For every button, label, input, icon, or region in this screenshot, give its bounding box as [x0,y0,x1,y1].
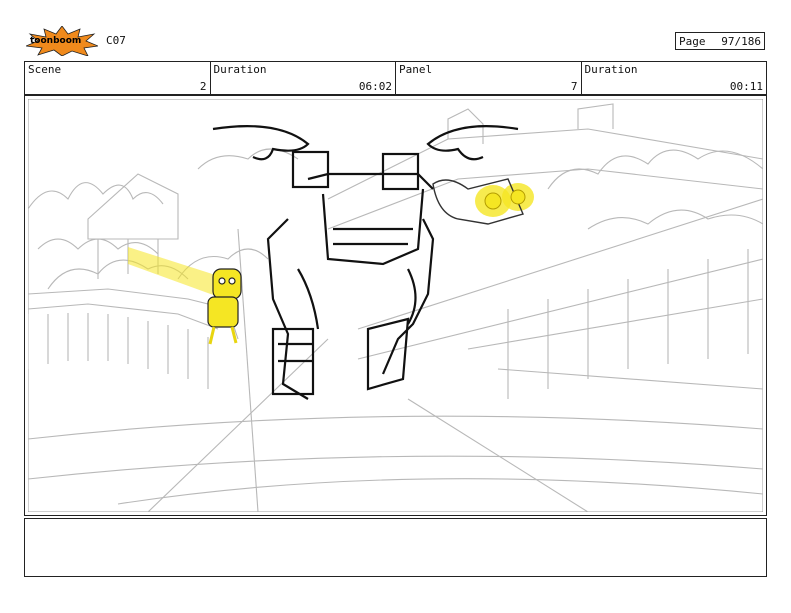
panel-value: 7 [570,80,578,93]
panel-info-bar: Scene 2 Duration 06:02 Panel 7 Duration … [24,61,767,95]
logo-text: toonboom [30,36,82,46]
panel-cell: Panel 7 [396,62,582,94]
scene-duration-cell: Duration 06:02 [211,62,396,94]
storyboard-code: C07 [106,34,126,47]
panel-label: Panel [399,63,433,76]
toonboom-logo: toonboom [24,25,100,57]
scene-duration-label: Duration [213,63,267,76]
sketch-image [28,99,763,512]
scene-value: 2 [199,80,207,93]
page-indicator: Page 97/186 [675,32,765,50]
page-value: 97/186 [721,35,761,48]
storyboard-panel-frame [24,95,767,516]
panel-duration-label: Duration [584,63,638,76]
panel-duration-cell: Duration 00:11 [582,62,767,94]
scene-duration-value: 06:02 [358,80,392,93]
scene-label: Scene [28,63,62,76]
panel-duration-value: 00:11 [729,80,763,93]
page-label: Page [679,35,706,48]
scene-cell: Scene 2 [25,62,211,94]
panel-notes-area [24,518,767,577]
